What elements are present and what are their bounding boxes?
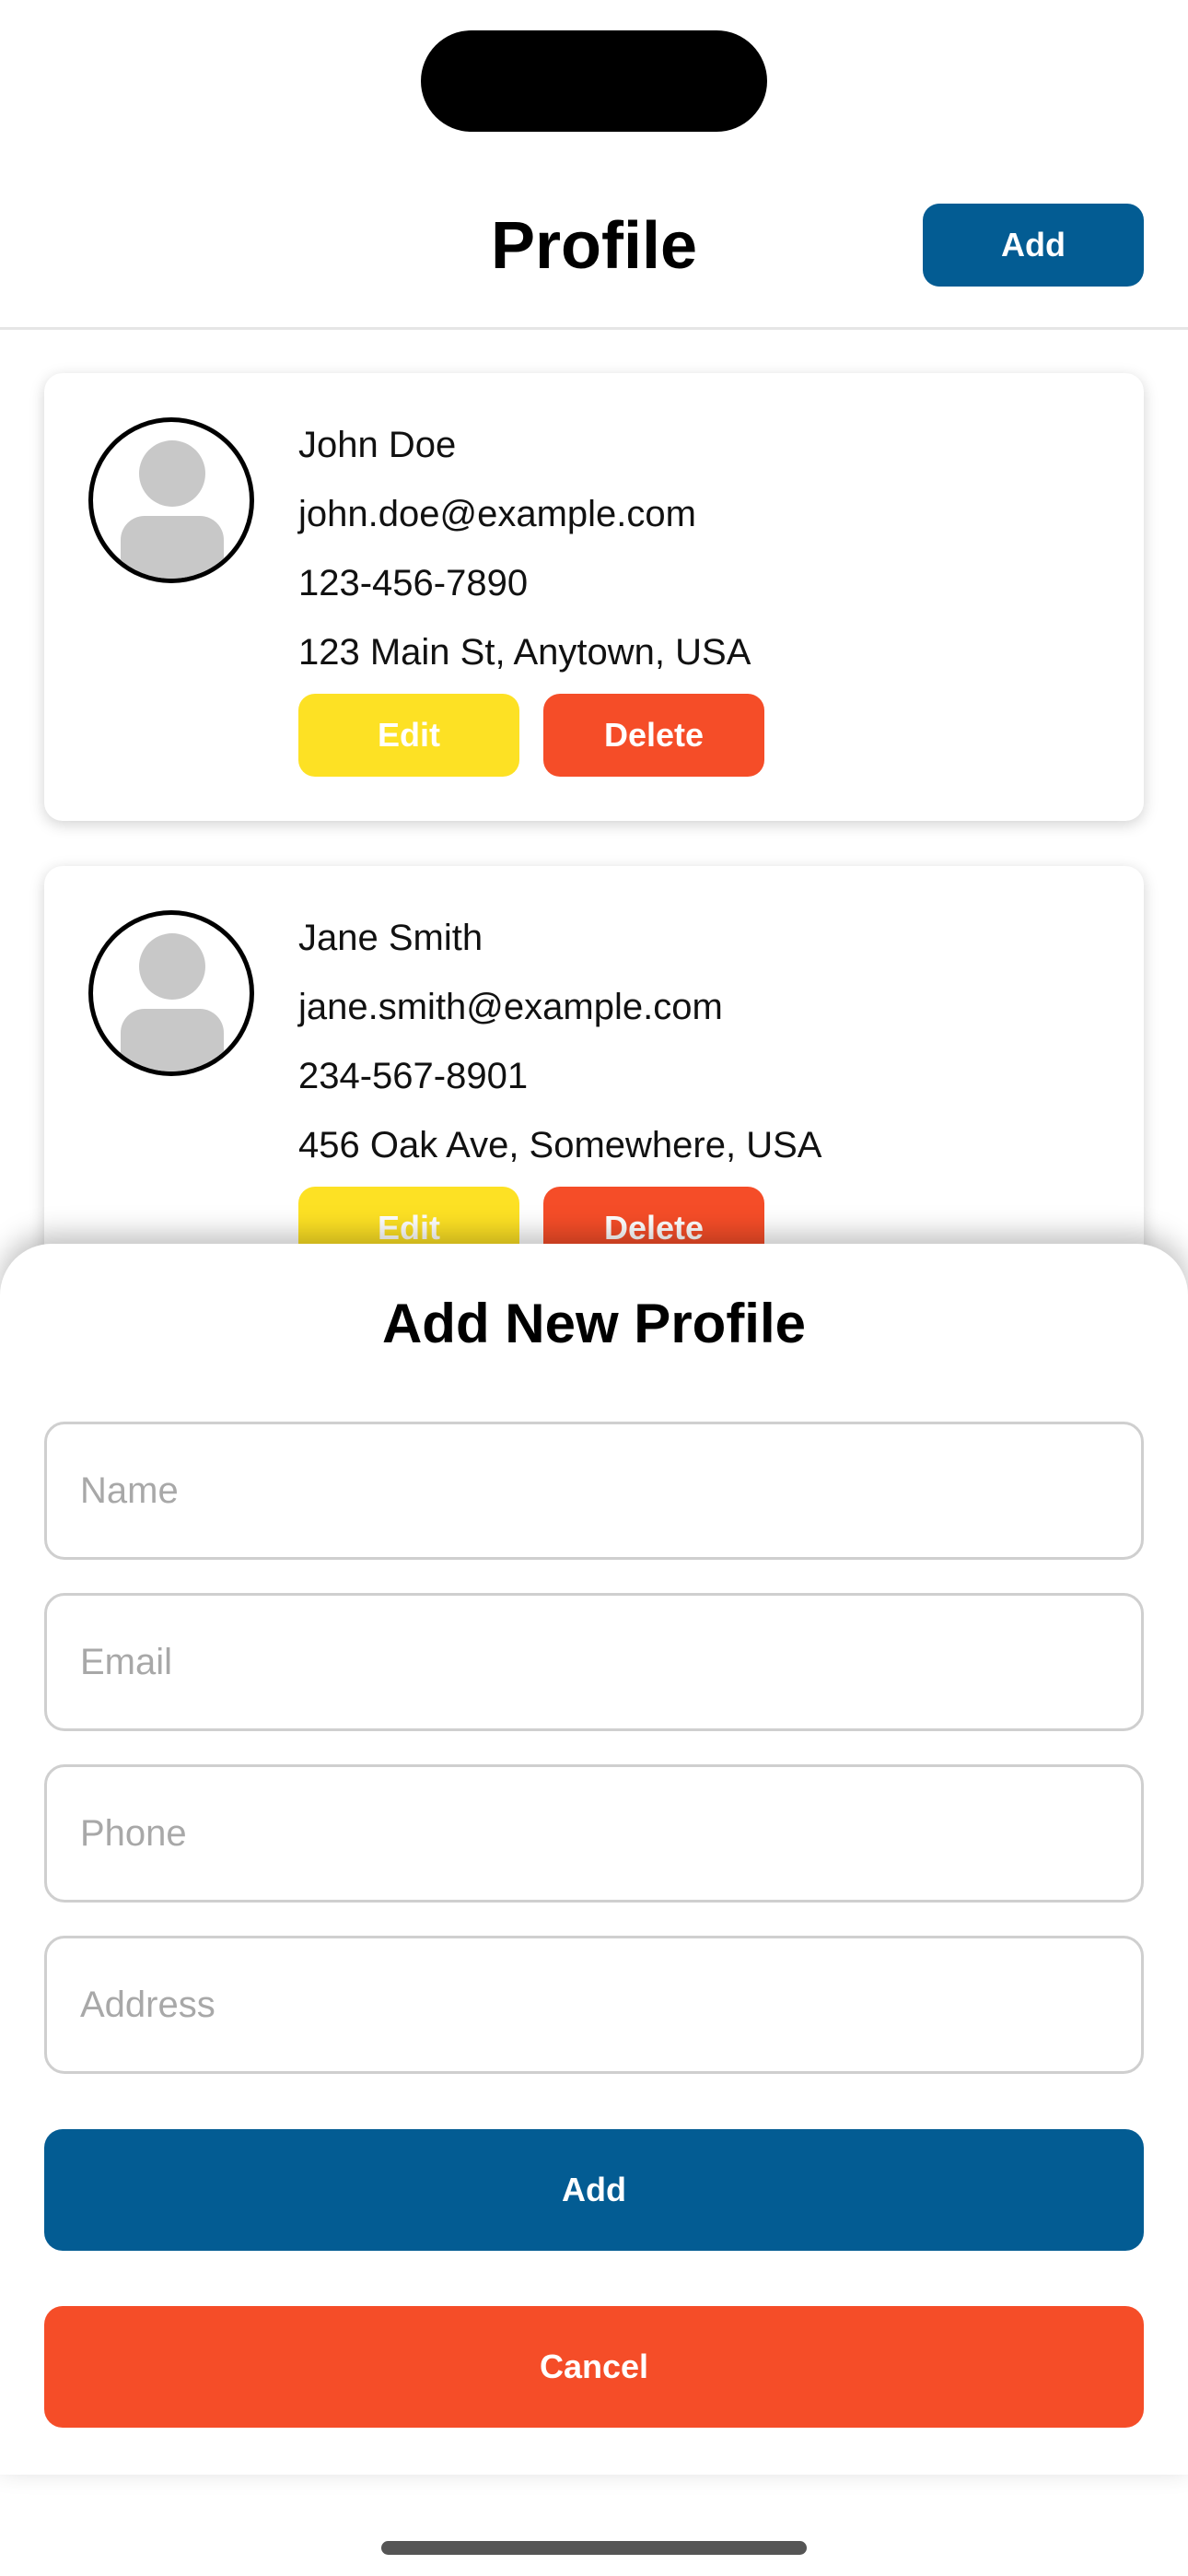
email-field[interactable] [44,1593,1144,1731]
sheet-title: Add New Profile [381,1293,807,1354]
avatar-body-shape [121,516,224,579]
avatar-icon [88,417,254,583]
dynamic-island [421,30,767,132]
profile-email: john.doe@example.com [298,494,696,534]
add-profile-sheet: Add New Profile Add Cancel [0,1244,1188,2475]
submit-add-button[interactable]: Add [44,2129,1144,2251]
edit-button[interactable]: Edit [298,694,519,777]
profile-info: John Doe john.doe@example.com 123-456-78… [298,419,751,696]
avatar-body-shape [121,1009,224,1071]
profile-address: 123 Main St, Anytown, USA [298,632,751,673]
profile-address: 456 Oak Ave, Somewhere, USA [298,1125,822,1165]
profile-name: Jane Smith [298,918,483,958]
phone-field[interactable] [44,1764,1144,1903]
profile-name: John Doe [298,425,457,465]
profile-info: Jane Smith jane.smith@example.com 234-56… [298,912,821,1188]
home-indicator[interactable] [381,2541,807,2555]
address-field[interactable] [44,1936,1144,2074]
cancel-button[interactable]: Cancel [44,2306,1144,2428]
profile-card: John Doe john.doe@example.com 123-456-78… [44,373,1144,821]
avatar-head-shape [139,440,205,507]
header-bar: Profile Add [0,166,1188,330]
app-screen: Profile Add John Doe john.doe@example.co… [0,0,1188,2576]
name-field[interactable] [44,1422,1144,1560]
avatar-head-shape [139,933,205,1000]
add-profile-button[interactable]: Add [923,204,1144,287]
avatar-icon [88,910,254,1076]
profile-phone: 234-567-8901 [298,1056,529,1096]
profile-actions: Edit Delete [298,694,764,777]
profile-phone: 123-456-7890 [298,563,529,603]
profile-email: jane.smith@example.com [298,987,723,1027]
delete-button[interactable]: Delete [543,694,764,777]
